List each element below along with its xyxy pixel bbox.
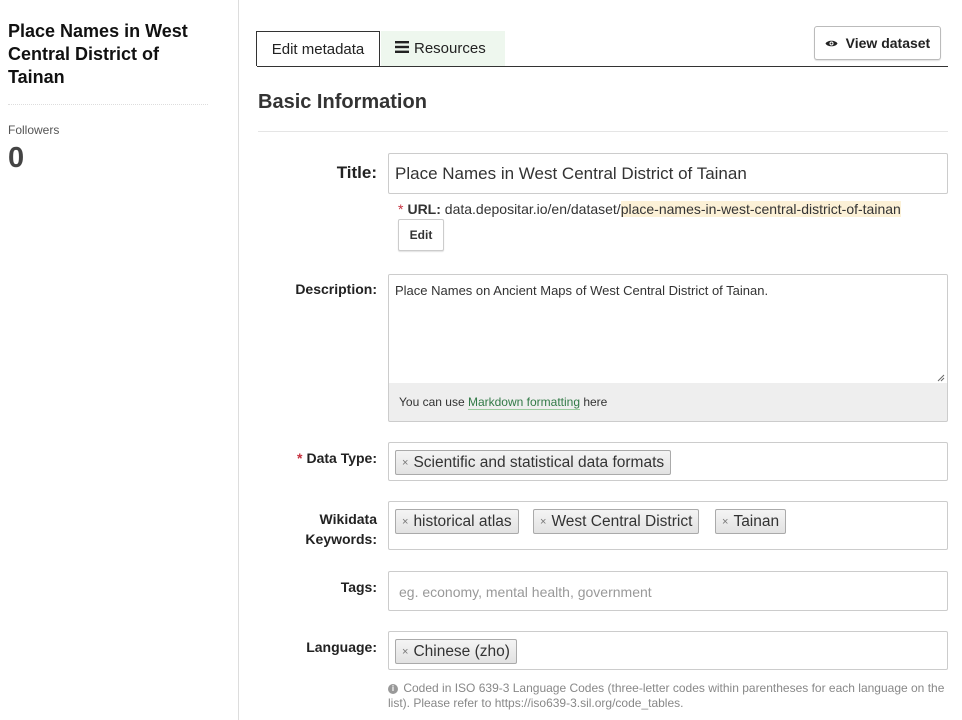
view-dataset-label: View dataset bbox=[845, 35, 931, 51]
remove-chip-icon[interactable]: × bbox=[722, 516, 728, 528]
edit-url-button[interactable]: Edit bbox=[398, 219, 444, 251]
chip-label: Chinese (zho) bbox=[413, 643, 510, 660]
followers-count: 0 bbox=[8, 142, 25, 174]
remove-chip-icon[interactable]: × bbox=[540, 516, 546, 528]
tab-resources[interactable]: Resources bbox=[381, 31, 505, 66]
language-chip: × Chinese (zho) bbox=[395, 639, 517, 664]
chip-label: Scientific and statistical data formats bbox=[413, 454, 665, 471]
keyword-chip: × West Central District bbox=[533, 509, 700, 534]
required-marker: * bbox=[297, 450, 303, 466]
title-input[interactable]: Place Names in West Central District of … bbox=[388, 153, 948, 194]
sidebar-divider bbox=[8, 104, 208, 105]
data-type-select[interactable]: × Scientific and statistical data formats bbox=[388, 442, 948, 481]
language-label: Language: bbox=[306, 639, 377, 655]
url-slug: place-names-in-west-central-district-of-… bbox=[620, 201, 901, 217]
tags-placeholder: eg. economy, mental health, government bbox=[399, 584, 652, 600]
keyword-chip: × Tainan bbox=[715, 509, 787, 534]
description-textarea[interactable]: Place Names on Ancient Maps of West Cent… bbox=[389, 275, 947, 383]
tab-resources-label: Resources bbox=[414, 40, 486, 57]
wikidata-keywords-select[interactable]: × historical atlas × West Central District… bbox=[388, 501, 948, 550]
url-label: URL: bbox=[407, 201, 441, 217]
tags-label: Tags: bbox=[340, 579, 377, 595]
title-label: Title: bbox=[336, 163, 377, 182]
data-type-label-text: Data Type: bbox=[306, 450, 377, 466]
chip-label: West Central District bbox=[551, 513, 693, 530]
markdown-help-prefix: You can use bbox=[399, 395, 468, 409]
resize-handle-icon[interactable] bbox=[937, 374, 945, 382]
eye-icon bbox=[825, 35, 842, 51]
remove-chip-icon[interactable]: × bbox=[402, 646, 408, 658]
wikidata-keywords-label-line2: Keywords: bbox=[305, 531, 377, 547]
wikidata-keywords-label: Wikidata Keywords: bbox=[258, 509, 377, 549]
tab-edit-metadata[interactable]: Edit metadata bbox=[256, 31, 380, 66]
language-select[interactable]: × Chinese (zho) bbox=[388, 631, 948, 670]
view-dataset-button[interactable]: View dataset bbox=[814, 26, 941, 60]
chip-label: historical atlas bbox=[413, 513, 512, 530]
data-type-chip: × Scientific and statistical data formats bbox=[395, 450, 672, 475]
url-row: * URL: data.depositar.io/en/dataset/place… bbox=[398, 201, 901, 217]
url-base: data.depositar.io/en/dataset/ bbox=[444, 201, 621, 217]
list-icon bbox=[395, 31, 409, 66]
tags-input[interactable]: eg. economy, mental health, government bbox=[388, 571, 948, 611]
sidebar: Place Names in West Central District of … bbox=[0, 0, 239, 720]
markdown-formatting-link[interactable]: Markdown formatting bbox=[467, 395, 580, 410]
followers-label: Followers bbox=[8, 123, 60, 137]
data-type-label: * Data Type: bbox=[258, 450, 377, 466]
remove-chip-icon[interactable]: × bbox=[402, 457, 408, 469]
description-label: Description: bbox=[295, 281, 377, 297]
dataset-title: Place Names in West Central District of … bbox=[8, 21, 188, 87]
info-icon: i bbox=[388, 684, 398, 694]
remove-chip-icon[interactable]: × bbox=[402, 516, 408, 528]
markdown-help-suffix: here bbox=[580, 395, 608, 409]
keyword-chip: × historical atlas bbox=[395, 509, 519, 534]
chip-label: Tainan bbox=[733, 513, 780, 530]
section-divider bbox=[258, 131, 948, 132]
description-field: Place Names on Ancient Maps of West Cent… bbox=[388, 274, 948, 422]
required-marker: * bbox=[398, 201, 404, 217]
wikidata-keywords-label-line1: Wikidata bbox=[319, 511, 377, 527]
tab-edit-metadata-label: Edit metadata bbox=[271, 41, 365, 58]
language-help: i Coded in ISO 639-3 Language Codes (thr… bbox=[388, 681, 948, 711]
section-heading: Basic Information bbox=[258, 91, 427, 113]
language-help-text: Coded in ISO 639-3 Language Codes (three… bbox=[388, 681, 945, 710]
markdown-help: You can use Markdown formatting here bbox=[399, 395, 608, 410]
